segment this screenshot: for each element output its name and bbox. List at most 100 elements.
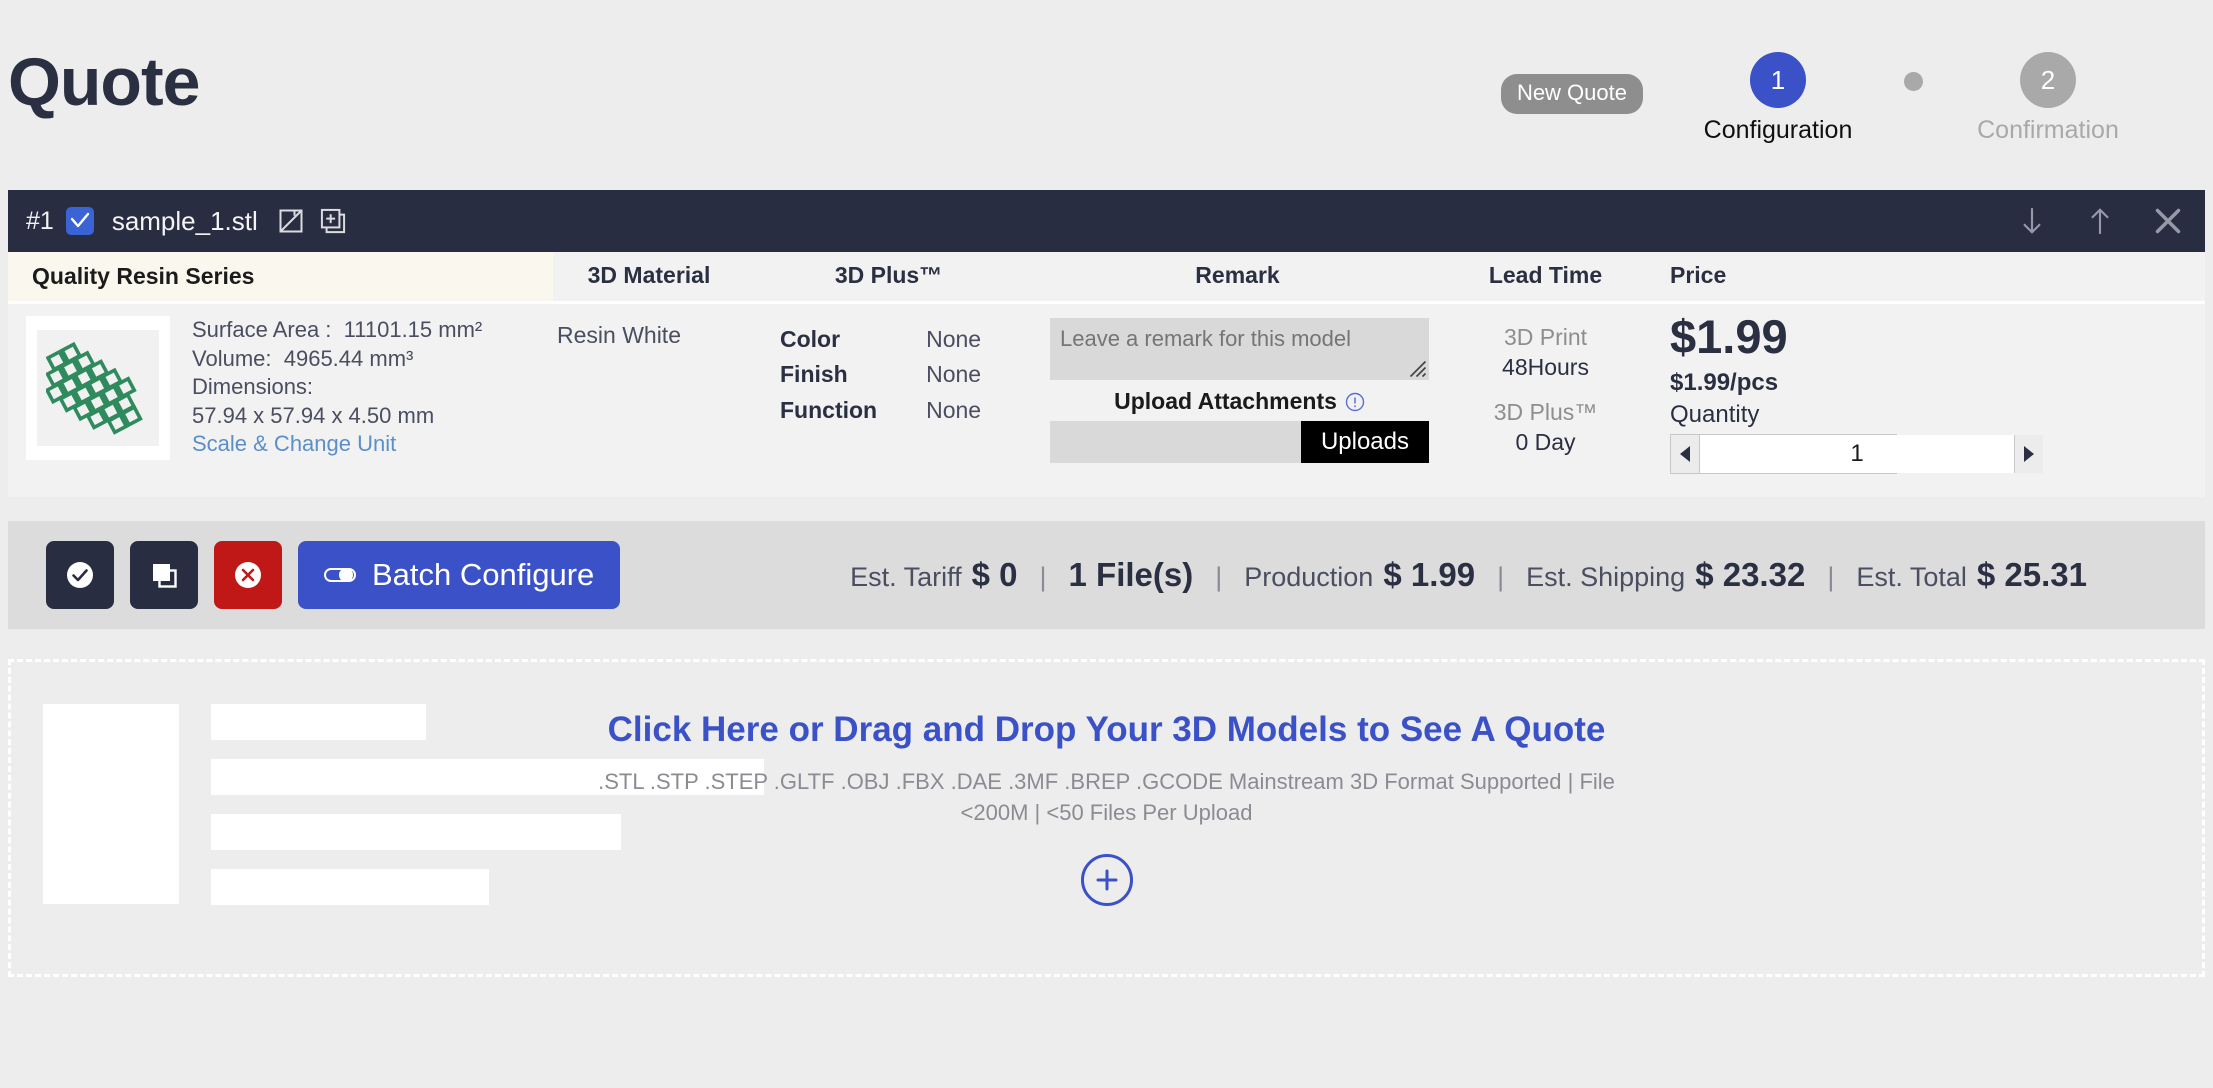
plus-finish-label: Finish	[779, 357, 925, 392]
page-header: Quote New Quote 1 Configuration 2 Confir…	[0, 0, 2213, 190]
totals-separator: |	[1827, 562, 1834, 593]
file-count-value: 1 File(s)	[1069, 556, 1194, 594]
batch-configure-label: Batch Configure	[372, 557, 594, 593]
plus-header: 3D Plus™	[745, 252, 1032, 304]
volume-value: 4965.44 mm³	[284, 346, 414, 371]
uploads-button[interactable]: Uploads	[1301, 421, 1429, 463]
close-icon[interactable]	[2153, 206, 2183, 236]
toggle-icon	[324, 565, 358, 585]
plus-function-label: Function	[779, 393, 925, 428]
material-header: 3D Material	[553, 252, 745, 304]
step-dot-icon	[1904, 72, 1923, 91]
surface-area-row: Surface Area : 11101.15 mm²	[192, 316, 482, 345]
skeleton-bar	[211, 869, 489, 905]
dimensions-label: Dimensions:	[192, 373, 482, 402]
skeleton-bar	[211, 704, 426, 740]
check-circle-icon	[63, 558, 97, 592]
info-icon[interactable]	[1345, 392, 1365, 412]
step-2-circle: 2	[2020, 52, 2076, 108]
duplicate-icon[interactable]	[318, 206, 348, 236]
upload-attachments-title: Upload Attachments	[1050, 388, 1429, 415]
select-all-button[interactable]	[46, 541, 114, 609]
step-connector	[1853, 52, 1973, 91]
model-thumbnail[interactable]	[26, 316, 170, 460]
edit-icon[interactable]	[276, 206, 306, 236]
upload-attachments-label: Upload Attachments	[1114, 388, 1337, 415]
file-index: #1	[26, 207, 54, 236]
material-column: 3D Material Resin White	[553, 252, 745, 497]
file-name: sample_1.stl	[112, 206, 258, 237]
production-value: $ 1.99	[1383, 556, 1475, 594]
plus-color-value: None	[925, 322, 982, 357]
est-shipping-value: $ 23.32	[1695, 556, 1805, 594]
price-total: $1.99	[1670, 312, 2205, 363]
est-tariff-label: Est. Tariff	[850, 562, 962, 593]
remark-header: Remark	[1032, 252, 1443, 304]
file-bar: #1 sample_1.stl	[8, 190, 2205, 252]
skeleton-thumb	[43, 704, 179, 904]
dropzone-content: Click Here or Drag and Drop Your 3D Mode…	[532, 710, 1682, 906]
batch-toolbar: Batch Configure Est. Tariff $ 0 | 1 File…	[8, 521, 2205, 629]
x-circle-icon	[231, 558, 265, 592]
model-column: Quality Resin Series	[8, 252, 553, 497]
dimensions-value: 57.94 x 57.94 x 4.50 mm	[192, 402, 482, 431]
lead-time-header: Lead Time	[1443, 252, 1648, 304]
lead-print-value: 48Hours	[1443, 352, 1648, 382]
quantity-decrement-button[interactable]	[1671, 435, 1699, 473]
dropzone-title[interactable]: Click Here or Drag and Drop Your 3D Mode…	[532, 710, 1682, 750]
table-row[interactable]: Color None	[779, 322, 982, 357]
triangle-left-icon	[1677, 444, 1693, 464]
delete-button[interactable]	[214, 541, 282, 609]
file-bar-actions	[2017, 206, 2183, 236]
step-2-label: Confirmation	[1973, 116, 2123, 145]
est-shipping-label: Est. Shipping	[1526, 562, 1685, 593]
batch-configure-button[interactable]: Batch Configure	[298, 541, 620, 609]
quantity-increment-button[interactable]	[2015, 435, 2043, 473]
price-column: Price $1.99 $1.99/pcs Quantity	[1648, 252, 2205, 497]
quantity-input[interactable]	[1699, 435, 2015, 473]
totals-separator: |	[1215, 562, 1222, 593]
step-configuration[interactable]: 1 Configuration	[1703, 52, 1853, 145]
copy-icon	[147, 558, 181, 592]
plus-function-value: None	[925, 393, 982, 428]
price-per-piece: $1.99/pcs	[1670, 369, 2205, 397]
lead-plus-label: 3D Plus™	[1443, 397, 1648, 427]
remark-column: Remark Upload Attachments Uploads	[1032, 252, 1443, 497]
totals-separator: |	[1040, 562, 1047, 593]
arrow-up-icon[interactable]	[2085, 206, 2115, 236]
quantity-stepper	[1670, 434, 1897, 474]
file-select-checkbox[interactable]	[66, 207, 94, 235]
lead-time-column: Lead Time 3D Print 48Hours 3D Plus™ 0 Da…	[1443, 252, 1648, 497]
lead-plus-value: 0 Day	[1443, 427, 1648, 457]
step-1-label: Configuration	[1703, 116, 1853, 145]
est-tariff-value: $ 0	[972, 556, 1018, 594]
plus-finish-value: None	[925, 357, 982, 392]
est-total-value: $ 25.31	[1977, 556, 2087, 594]
totals-separator: |	[1497, 562, 1504, 593]
upload-attachment-input[interactable]	[1050, 421, 1301, 463]
new-quote-badge[interactable]: New Quote	[1501, 74, 1643, 114]
totals-summary: Est. Tariff $ 0 | 1 File(s) | Production…	[850, 556, 2087, 594]
surface-area-label: Surface Area :	[192, 317, 331, 342]
step-confirmation[interactable]: 2 Confirmation	[1973, 52, 2123, 145]
dropzone-subtitle: .STL .STP .STEP .GLTF .OBJ .FBX .DAE .3M…	[532, 766, 1682, 828]
model-specs: Surface Area : 11101.15 mm² Volume: 4965…	[170, 316, 482, 460]
lead-print-label: 3D Print	[1443, 322, 1648, 352]
plus-options-table: Color None Finish None Function None	[779, 322, 982, 428]
scale-change-unit-link[interactable]: Scale & Change Unit	[192, 431, 396, 456]
duplicate-button[interactable]	[130, 541, 198, 609]
material-series-band: Quality Resin Series	[8, 252, 553, 304]
table-row[interactable]: Finish None	[779, 357, 982, 392]
step-1-circle: 1	[1750, 52, 1806, 108]
add-file-button[interactable]	[1081, 854, 1133, 906]
page-title: Quote	[8, 48, 199, 116]
file-dropzone[interactable]: Click Here or Drag and Drop Your 3D Mode…	[8, 659, 2205, 977]
plus-color-label: Color	[779, 322, 925, 357]
model-preview-icon	[46, 332, 150, 444]
remark-input[interactable]	[1050, 318, 1429, 380]
material-value[interactable]: Resin White	[553, 304, 745, 349]
table-row[interactable]: Function None	[779, 393, 982, 428]
volume-row: Volume: 4965.44 mm³	[192, 345, 482, 374]
quantity-label: Quantity	[1670, 401, 2205, 429]
arrow-down-icon[interactable]	[2017, 206, 2047, 236]
